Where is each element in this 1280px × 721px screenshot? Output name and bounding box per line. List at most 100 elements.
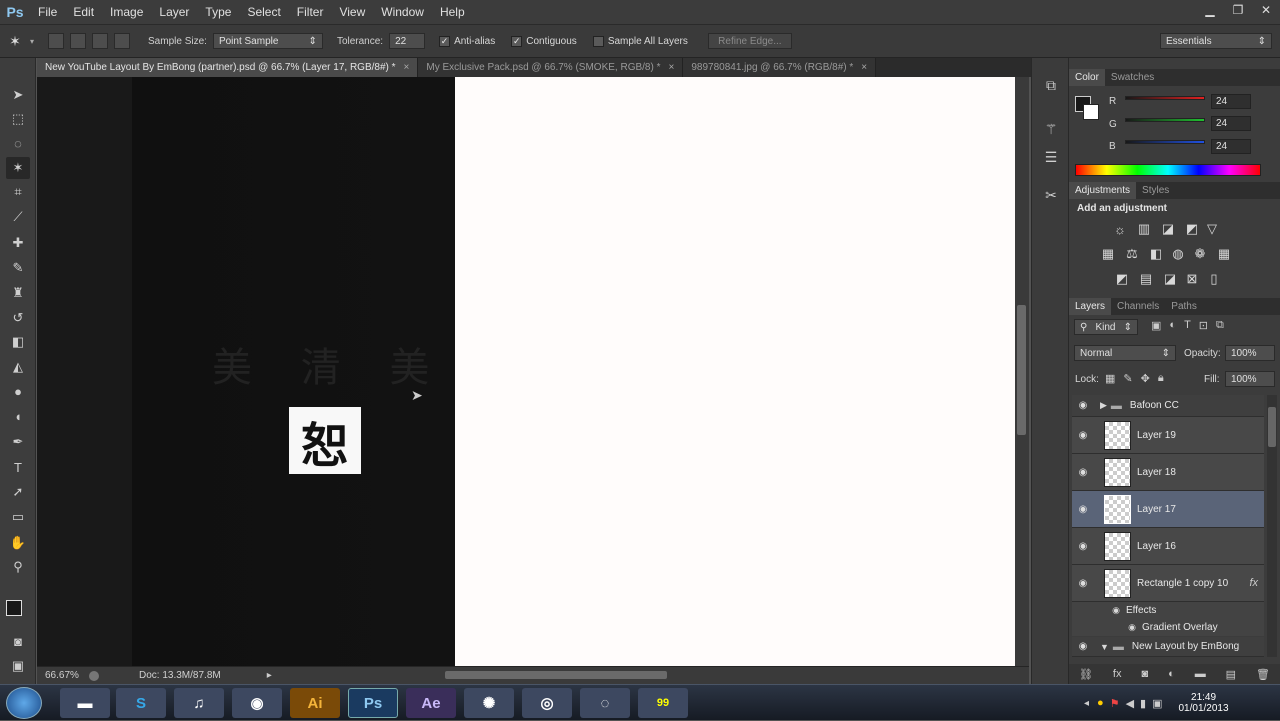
eye-icon[interactable]: ◉ bbox=[1072, 504, 1094, 515]
skype-icon[interactable]: S bbox=[116, 688, 166, 718]
tab-swatches[interactable]: Swatches bbox=[1105, 69, 1160, 86]
new-layer-icon[interactable]: ▤ bbox=[1226, 668, 1236, 681]
lock-position-icon[interactable]: ✥ bbox=[1141, 372, 1150, 385]
status-info-icon[interactable] bbox=[89, 670, 99, 681]
channel-r-input[interactable]: 24 bbox=[1211, 94, 1251, 109]
scroll-thumb[interactable] bbox=[445, 671, 667, 679]
tab-styles[interactable]: Styles bbox=[1136, 182, 1175, 199]
layers-scrollbar[interactable] bbox=[1267, 395, 1277, 657]
lock-all-icon[interactable]: 🔒︎ bbox=[1158, 372, 1164, 385]
subtract-selection-icon[interactable] bbox=[92, 33, 109, 49]
new-group-icon[interactable]: ▬ bbox=[1195, 668, 1206, 680]
rectangle-tool-icon[interactable]: ▭ bbox=[6, 506, 30, 528]
channel-g-slider[interactable] bbox=[1125, 118, 1205, 122]
path-selection-tool-icon[interactable]: ➚ bbox=[6, 481, 30, 503]
layer-row[interactable]: ◉ Layer 16 bbox=[1072, 528, 1264, 565]
menu-edit[interactable]: Edit bbox=[65, 0, 102, 24]
exposure-icon[interactable]: ◩ bbox=[1183, 221, 1201, 237]
magic-wand-preset-icon[interactable]: ✶ bbox=[0, 33, 30, 50]
crop-tool-icon[interactable]: ⌗ bbox=[6, 181, 30, 203]
tab-layers[interactable]: Layers bbox=[1069, 298, 1112, 315]
lock-transparent-icon[interactable]: ▦ bbox=[1105, 372, 1115, 385]
volume-icon[interactable]: ◀ bbox=[1126, 697, 1134, 710]
photoshop-taskbar-icon[interactable]: Ps bbox=[348, 688, 398, 718]
tray-expand-icon[interactable]: ◂ bbox=[1084, 698, 1089, 709]
filter-pixel-icon[interactable]: ▣ bbox=[1151, 319, 1161, 332]
eye-icon[interactable]: ◉ bbox=[1072, 578, 1094, 589]
eye-icon[interactable]: ◉ bbox=[1072, 541, 1094, 552]
menu-filter[interactable]: Filter bbox=[289, 0, 332, 24]
tab-color[interactable]: Color bbox=[1069, 69, 1105, 86]
network-app-icon[interactable]: ✺ bbox=[464, 688, 514, 718]
layer-group-row[interactable]: ◉ ▶ ▬ Bafoon CC bbox=[1072, 395, 1264, 417]
intersect-selection-icon[interactable] bbox=[114, 33, 131, 49]
close-button[interactable]: ✕ bbox=[1252, 0, 1280, 20]
network-icon[interactable]: ▮ bbox=[1140, 697, 1146, 710]
filter-shape-icon[interactable]: ⊡ bbox=[1199, 319, 1208, 332]
tab-989780841[interactable]: 989780841.jpg @ 66.7% (RGB/8#) * × bbox=[683, 58, 877, 77]
filter-smart-object-icon[interactable]: ⧉ bbox=[1216, 319, 1224, 332]
menu-type[interactable]: Type bbox=[197, 0, 239, 24]
hand-tool-icon[interactable]: ✋ bbox=[6, 532, 30, 554]
sample-size-select[interactable]: Point Sample ⇕ bbox=[212, 33, 323, 49]
maximize-button[interactable]: ❐ bbox=[1224, 0, 1252, 20]
eye-icon[interactable]: ◉ bbox=[1072, 605, 1120, 616]
tray-app-icon[interactable]: ● bbox=[1097, 697, 1104, 709]
eye-icon[interactable]: ◉ bbox=[1072, 400, 1094, 411]
tolerance-input[interactable]: 22 bbox=[389, 33, 426, 49]
workspace-select[interactable]: Essentials ⇕ bbox=[1160, 33, 1272, 49]
chevron-right-icon[interactable]: ▶ bbox=[1100, 400, 1107, 411]
canvas-area[interactable]: 美 清 美 恕 ➤ bbox=[37, 77, 1015, 666]
brightness-icon[interactable]: ☼ bbox=[1111, 221, 1129, 237]
quick-mask-icon[interactable]: ◙ bbox=[6, 630, 30, 652]
add-style-icon[interactable]: fx bbox=[1113, 668, 1122, 680]
channel-g-input[interactable]: 24 bbox=[1211, 116, 1251, 131]
zoom-level[interactable]: 66.67% bbox=[45, 670, 89, 681]
filter-type-icon[interactable]: T bbox=[1184, 319, 1191, 332]
fx-icon[interactable]: fx bbox=[1249, 577, 1258, 589]
menu-window[interactable]: Window bbox=[373, 0, 432, 24]
dodge-tool-icon[interactable]: ◖ bbox=[6, 405, 30, 427]
hue-saturation-icon[interactable]: ▦ bbox=[1099, 246, 1117, 262]
eyedropper-tool-icon[interactable]: ⟋ bbox=[6, 206, 30, 228]
status-arrow-icon[interactable]: ▸ bbox=[267, 670, 272, 681]
scroll-thumb[interactable] bbox=[1017, 305, 1026, 435]
tab-channels[interactable]: Channels bbox=[1111, 298, 1165, 315]
channel-mixer-icon[interactable]: ❁ bbox=[1191, 246, 1209, 262]
layer-filter-select[interactable]: ⚲ Kind ⇕ bbox=[1074, 319, 1138, 335]
channel-b-input[interactable]: 24 bbox=[1211, 139, 1251, 154]
vibrance-icon[interactable]: ▽ bbox=[1203, 221, 1221, 237]
selective-color-icon[interactable]: ⊠ bbox=[1183, 271, 1201, 287]
media-app-icon[interactable]: ◎ bbox=[522, 688, 572, 718]
marquee-tool-icon[interactable]: ⬚ bbox=[6, 108, 30, 130]
invert-icon[interactable]: ◩ bbox=[1113, 271, 1131, 287]
effects-row[interactable]: ◉ Effects bbox=[1072, 602, 1264, 619]
gradient-map-icon[interactable]: ▯ bbox=[1205, 271, 1223, 287]
photo-filter-icon[interactable]: ◍ bbox=[1169, 246, 1187, 262]
brush-tool-icon[interactable]: ✎ bbox=[6, 257, 30, 279]
tray-flag-icon[interactable]: ⚑ bbox=[1110, 697, 1120, 710]
layer-row-selected[interactable]: ◉ Layer 17 bbox=[1072, 491, 1264, 528]
add-mask-icon[interactable]: ◙ bbox=[1141, 668, 1148, 680]
itunes-icon[interactable]: ♫ bbox=[174, 688, 224, 718]
layer-group-row[interactable]: ◉ ▼ ▬ New Layout by EmBong bbox=[1072, 637, 1264, 657]
type-tool-icon[interactable]: T bbox=[6, 456, 30, 478]
close-icon[interactable]: × bbox=[861, 62, 867, 73]
properties-icon[interactable]: ☰ bbox=[1040, 146, 1062, 168]
horizontal-scrollbar[interactable] bbox=[290, 668, 1015, 682]
layer-row[interactable]: ◉ Rectangle 1 copy 10 fx bbox=[1072, 565, 1264, 602]
menu-help[interactable]: Help bbox=[432, 0, 473, 24]
new-adjustment-icon[interactable]: ◐ bbox=[1168, 668, 1175, 680]
illustrator-icon[interactable]: Ai bbox=[290, 688, 340, 718]
layer-row[interactable]: ◉ Layer 18 bbox=[1072, 454, 1264, 491]
color-lookup-icon[interactable]: ▦ bbox=[1215, 246, 1233, 262]
refine-edge-button[interactable]: Refine Edge... bbox=[707, 33, 792, 49]
close-icon[interactable]: × bbox=[669, 62, 675, 73]
move-tool-icon[interactable]: ➤ bbox=[6, 84, 30, 106]
brush-presets-icon[interactable]: ⚚ bbox=[1040, 118, 1062, 140]
menu-image[interactable]: Image bbox=[102, 0, 151, 24]
eraser-tool-icon[interactable]: ◧ bbox=[6, 331, 30, 353]
cinema4d-icon[interactable]: ◌ bbox=[580, 688, 630, 718]
effect-item-row[interactable]: ◉ Gradient Overlay bbox=[1072, 619, 1264, 636]
healing-brush-tool-icon[interactable]: ✚ bbox=[6, 232, 30, 254]
